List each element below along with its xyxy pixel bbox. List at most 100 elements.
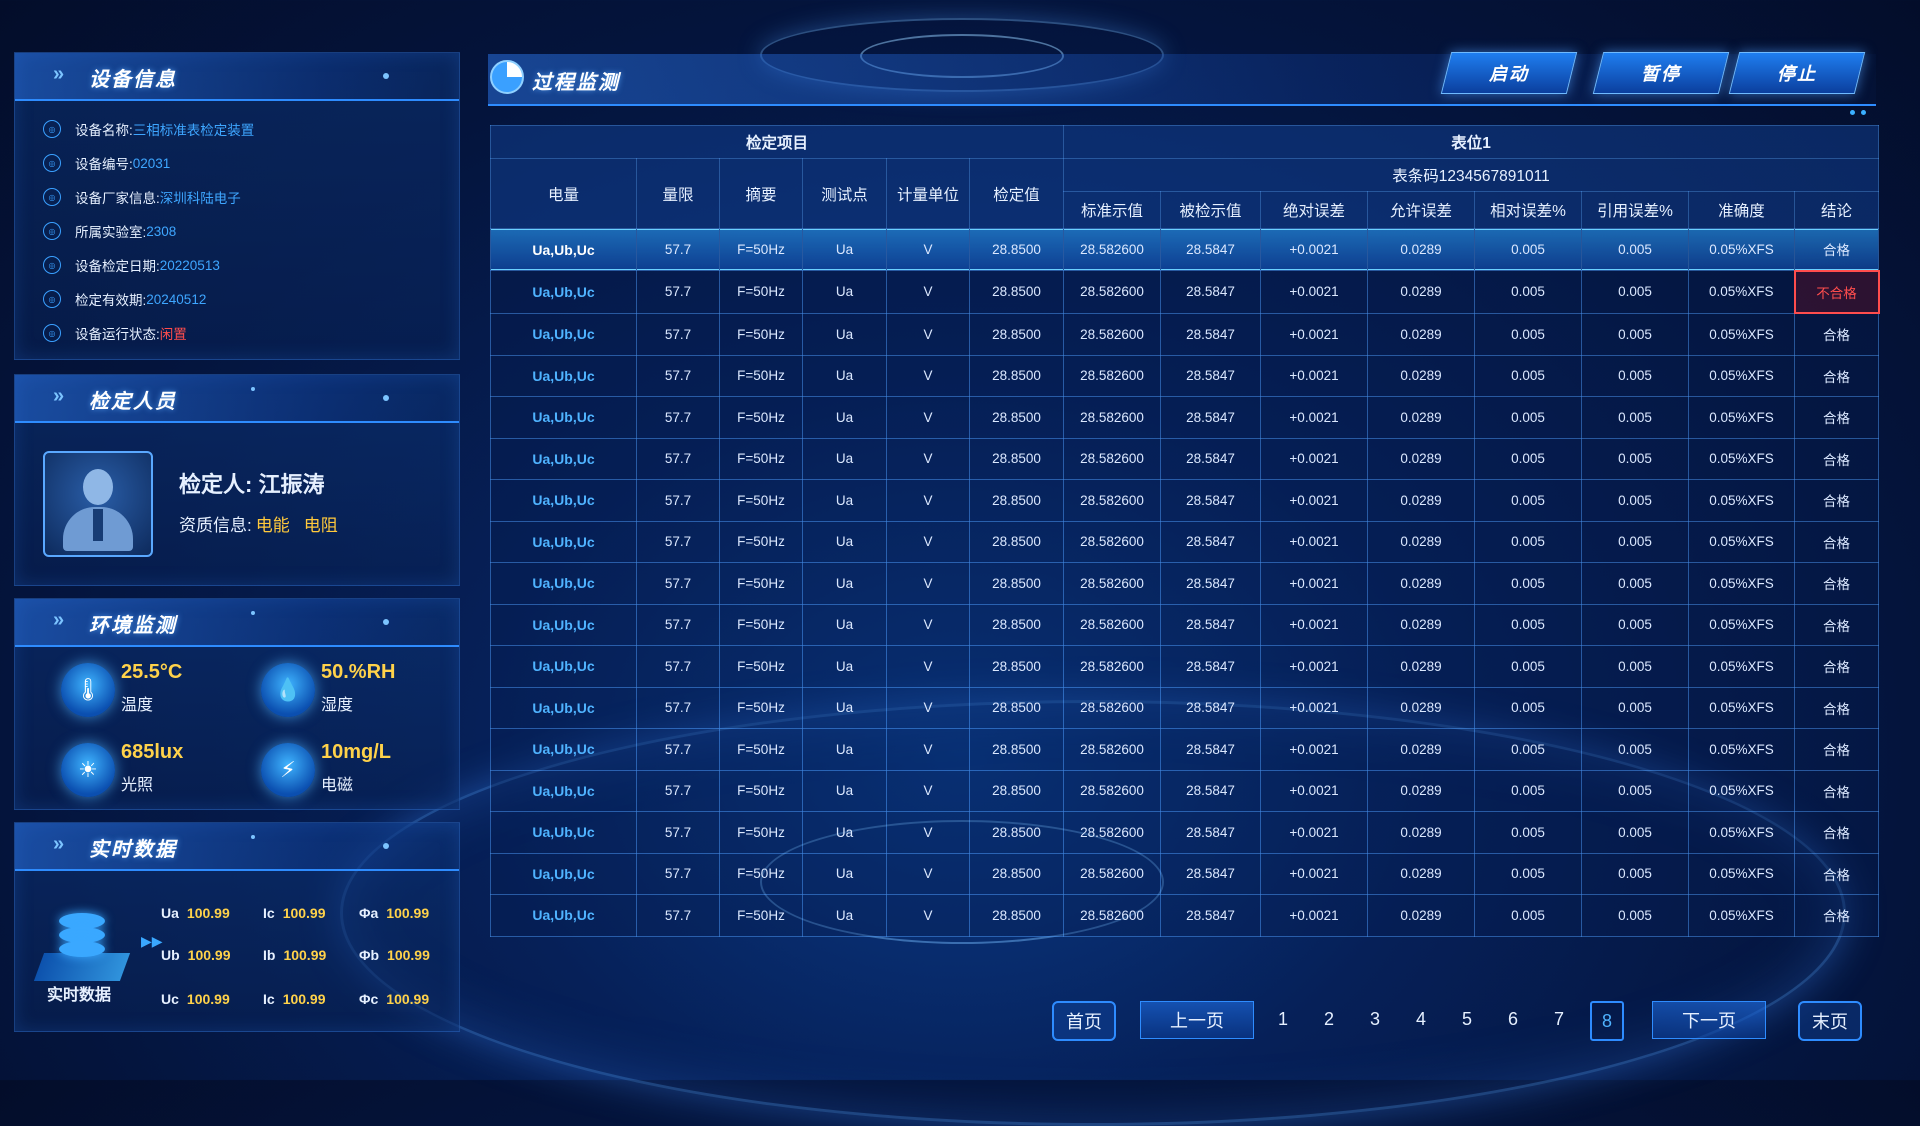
page-number-6[interactable]: 6 xyxy=(1498,1001,1528,1037)
table-row[interactable]: Ua,Ub,Uc 57.7 F=50Hz Ua V 28.8500 28.582600 28.… xyxy=(490,603,1880,646)
device-info-row: ◎ 设备厂家信息: 深圳科陆电子 xyxy=(43,185,241,209)
table-cell: 0.05%XFS xyxy=(1688,603,1796,646)
calendar-icon: ◎ xyxy=(43,256,61,274)
column-header: 相对误差% xyxy=(1474,191,1583,229)
inspector-panel: » 检定人员 检定人: 江振涛 资质信息: 电能 电阻 xyxy=(14,374,460,586)
table-row[interactable]: Ua,Ub,Uc 57.7 F=50Hz Ua V 28.8500 28.582600 28.… xyxy=(490,645,1880,688)
stop-button[interactable]: 停止 xyxy=(1728,52,1866,94)
realtime-panel: » 实时数据 实时数据 ▶▶ Ua 100.99 Ic 100.99 Φa 100.99 U… xyxy=(14,822,460,1032)
table-row[interactable]: Ua,Ub,Uc 57.7 F=50Hz Ua V 28.8500 28.582600 28.… xyxy=(490,269,1880,314)
table-row[interactable]: Ua,Ub,Uc 57.7 F=50Hz Ua V 28.8500 28.582600 28.… xyxy=(490,479,1880,522)
database-icon xyxy=(33,907,131,981)
table-cell: 28.5847 xyxy=(1160,728,1262,771)
table-cell: 57.7 xyxy=(636,520,720,563)
table-row[interactable]: Ua,Ub,Uc 57.7 F=50Hz Ua V 28.8500 28.582600 28.… xyxy=(490,728,1880,771)
column-header: 允许误差 xyxy=(1367,191,1476,229)
table-cell: +0.0021 xyxy=(1260,562,1369,605)
table-cell: Ua xyxy=(802,562,887,605)
table-cell: 0.0289 xyxy=(1367,562,1476,605)
environment-panel: » 环境监测 🌡 25.5°C 温度 💧 50.%RH 湿度 ☀ 685lux … xyxy=(14,598,460,810)
table-cell: 28.8500 xyxy=(968,520,1065,563)
table-cell: F=50Hz xyxy=(719,811,803,854)
table-cell: 0.0289 xyxy=(1367,437,1476,480)
table-row[interactable]: Ua,Ub,Uc 57.7 F=50Hz Ua V 28.8500 28.582600 28.… xyxy=(490,562,1880,605)
table-cell: V xyxy=(886,894,970,937)
table-cell: 28.5847 xyxy=(1160,769,1262,812)
realtime-key: Ib xyxy=(263,947,276,963)
table-cell: Ua xyxy=(802,811,887,854)
table-cell: +0.0021 xyxy=(1260,645,1369,688)
next-page-button[interactable]: 下一页 xyxy=(1652,1001,1766,1039)
table-cell: 0.0289 xyxy=(1367,852,1476,895)
page-number-7[interactable]: 7 xyxy=(1544,1001,1574,1037)
realtime-value: 100.99 xyxy=(387,947,430,963)
table-row[interactable]: Ua,Ub,Uc 57.7 F=50Hz Ua V 28.8500 28.582600 28.… xyxy=(490,354,1880,397)
table-cell: Ua,Ub,Uc xyxy=(490,312,637,356)
table-cell: 0.05%XFS xyxy=(1688,396,1796,439)
device-info-row: ◎ 设备运行状态: 闲置 xyxy=(43,321,187,345)
env-value: 685lux xyxy=(121,741,184,763)
table-cell: 57.7 xyxy=(636,852,720,895)
table-row[interactable]: Ua,Ub,Uc 57.7 F=50Hz Ua V 28.8500 28.582600 28.… xyxy=(490,811,1880,854)
device-info-value: 三相标准表检定装置 xyxy=(132,123,255,138)
validity-icon: ◎ xyxy=(43,290,61,308)
realtime-key: Ub xyxy=(161,947,180,963)
table-row[interactable]: Ua,Ub,Uc 57.7 F=50Hz Ua V 28.8500 28.582600 28.… xyxy=(490,852,1880,895)
table-cell: 0.05%XFS xyxy=(1688,520,1796,563)
table-cell: V xyxy=(886,437,970,480)
table-cell: +0.0021 xyxy=(1260,437,1369,480)
electromagnetic-icon: ⚡ xyxy=(261,743,315,797)
device-info-row: ◎ 检定有效期: 20240512 xyxy=(43,287,206,311)
first-page-button[interactable]: 首页 xyxy=(1052,1001,1116,1041)
table-cell: V xyxy=(886,396,970,439)
inspector-header: » 检定人员 xyxy=(15,375,459,423)
table-cell: F=50Hz xyxy=(719,479,803,522)
table-row[interactable]: Ua,Ub,Uc 57.7 F=50Hz Ua V 28.8500 28.582600 28.… xyxy=(490,686,1880,729)
table-row[interactable]: Ua,Ub,Uc 57.7 F=50Hz Ua V 28.8500 28.582600 28.… xyxy=(490,437,1880,480)
prev-page-button[interactable]: 上一页 xyxy=(1140,1001,1254,1039)
inspector-title: 检定人员 xyxy=(89,391,177,413)
table-cell: 28.8500 xyxy=(968,894,1065,937)
page-number-1[interactable]: 1 xyxy=(1268,1001,1298,1037)
table-row[interactable]: Ua,Ub,Uc 57.7 F=50Hz Ua V 28.8500 28.582600 28.… xyxy=(490,769,1880,812)
conclusion-cell: 合格 xyxy=(1794,312,1880,356)
realtime-value-cell: Φa 100.99 xyxy=(359,905,429,921)
inspector-avatar xyxy=(43,451,153,557)
device-info-label: 设备运行状态: xyxy=(75,327,160,342)
page-number-4[interactable]: 4 xyxy=(1406,1001,1436,1037)
table-cell: +0.0021 xyxy=(1260,312,1369,356)
table-cell: 28.8500 xyxy=(968,645,1065,688)
start-button[interactable]: 启动 xyxy=(1440,52,1578,94)
table-cell: 0.005 xyxy=(1581,270,1690,314)
pause-button[interactable]: 暂停 xyxy=(1592,52,1730,94)
table-row[interactable]: Ua,Ub,Uc 57.7 F=50Hz Ua V 28.8500 28.582600 28.… xyxy=(490,520,1880,563)
table-cell: F=50Hz xyxy=(719,437,803,480)
table-cell: Ua,Ub,Uc xyxy=(490,228,637,271)
last-page-button[interactable]: 末页 xyxy=(1798,1001,1862,1041)
table-cell: 0.005 xyxy=(1581,686,1690,729)
table-row[interactable]: Ua,Ub,Uc 57.7 F=50Hz Ua V 28.8500 28.582600 28.… xyxy=(490,312,1880,356)
table-cell: Ua,Ub,Uc xyxy=(490,645,637,688)
page-number-5[interactable]: 5 xyxy=(1452,1001,1482,1037)
table-cell: Ua,Ub,Uc xyxy=(490,852,637,895)
chevron-right-icon: » xyxy=(53,385,64,407)
table-cell: 57.7 xyxy=(636,354,720,397)
table-row[interactable]: Ua,Ub,Uc 57.7 F=50Hz Ua V 28.8500 28.582600 28.… xyxy=(490,894,1880,937)
page-number-3[interactable]: 3 xyxy=(1360,1001,1390,1037)
conclusion-cell: 合格 xyxy=(1794,228,1880,271)
table-row[interactable]: Ua,Ub,Uc 57.7 F=50Hz Ua V 28.8500 28.582600 28.… xyxy=(490,228,1880,271)
realtime-value-cell: Φb 100.99 xyxy=(359,947,430,963)
page-number-8[interactable]: 8 xyxy=(1590,1001,1624,1041)
table-cell: F=50Hz xyxy=(719,686,803,729)
table-cell: 28.582600 xyxy=(1063,437,1162,480)
table-cell: 28.8500 xyxy=(968,769,1065,812)
avatar-tie-shape xyxy=(93,509,103,541)
page-number-2[interactable]: 2 xyxy=(1314,1001,1344,1037)
realtime-value-cell: Ub 100.99 xyxy=(161,947,231,963)
table-cell: 0.05%XFS xyxy=(1688,894,1796,937)
realtime-value-cell: Φc 100.99 xyxy=(359,991,429,1007)
environment-title: 环境监测 xyxy=(89,615,177,637)
table-cell: Ua xyxy=(802,437,887,480)
table-row[interactable]: Ua,Ub,Uc 57.7 F=50Hz Ua V 28.8500 28.582600 28.… xyxy=(490,396,1880,439)
table-cell: 0.005 xyxy=(1474,479,1583,522)
